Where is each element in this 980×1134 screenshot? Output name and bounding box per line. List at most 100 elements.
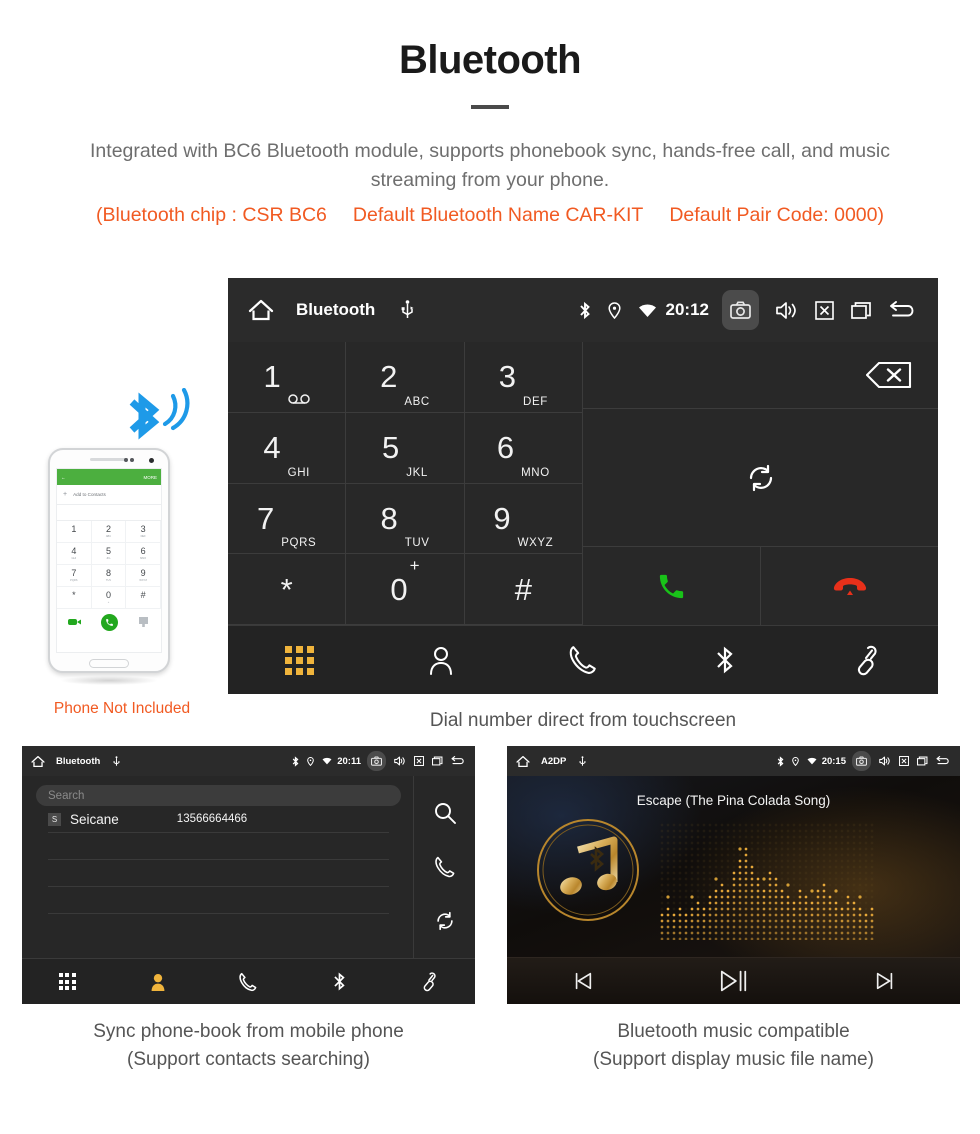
tab-link[interactable] — [384, 971, 475, 992]
sync-area[interactable] — [583, 409, 938, 547]
music-caption-line2: (Support display music file name) — [593, 1048, 874, 1070]
phonebook-screen: Bluetooth 20:11 Search S Seicane 1356666… — [22, 746, 475, 1004]
close-icon[interactable] — [899, 756, 909, 766]
key-4[interactable]: 4 GHI — [228, 412, 347, 484]
key-digit: 4 — [263, 430, 281, 466]
back-icon[interactable] — [451, 756, 466, 766]
back-icon[interactable] — [936, 756, 951, 766]
list-item-empty — [48, 887, 389, 914]
key-letters: DEF — [523, 395, 548, 408]
key-digit: 2 — [380, 359, 398, 395]
recents-icon[interactable] — [432, 756, 443, 766]
contacts-icon — [149, 972, 167, 992]
key-letters: MNO — [521, 466, 550, 479]
play-pause-button[interactable] — [658, 968, 809, 994]
spec-line: (Bluetooth chip : CSR BC6 Default Bluetoo… — [0, 204, 980, 227]
list-item[interactable]: S Seicane 13566664466 — [48, 806, 389, 833]
plus-icon: + — [63, 491, 68, 498]
tab-dialpad[interactable] — [228, 645, 370, 675]
key-9[interactable]: 9 WXYZ — [464, 483, 583, 555]
key-hash[interactable]: # — [464, 554, 583, 625]
bluetooth-icon — [292, 755, 299, 767]
wifi-icon — [322, 757, 332, 765]
voicemail-icon — [288, 394, 310, 404]
music-stage: Escape (The Pina Colada Song) — [507, 776, 960, 957]
close-icon[interactable] — [414, 756, 424, 766]
dialer-right-pane — [583, 342, 938, 625]
link-icon — [420, 971, 439, 992]
tab-call-history[interactable] — [512, 645, 654, 675]
recents-icon[interactable] — [851, 301, 872, 320]
home-icon[interactable] — [516, 755, 530, 768]
back-icon[interactable] — [889, 300, 918, 320]
dialer-clock: 20:12 — [665, 300, 709, 319]
number-display[interactable] — [583, 342, 938, 409]
key-7[interactable]: 7 PQRS — [228, 483, 347, 555]
key-0[interactable]: 0 + — [346, 554, 465, 625]
key-star[interactable]: * — [228, 554, 347, 625]
key-5[interactable]: 5 JKL — [346, 412, 465, 484]
phone-key: 5 JKL — [91, 543, 127, 565]
previous-button[interactable] — [507, 970, 658, 992]
camera-icon[interactable] — [852, 751, 871, 771]
key-6[interactable]: 6 MNO — [464, 412, 583, 484]
volume-icon[interactable] — [394, 756, 406, 766]
phone-app-bar: ← MORE — [57, 469, 161, 485]
key-1[interactable]: 1 — [228, 342, 347, 413]
tab-contacts[interactable] — [113, 972, 204, 992]
call-button[interactable] — [583, 547, 761, 625]
dialer-statusbar: Bluetooth 20:12 — [228, 278, 938, 342]
location-icon — [307, 756, 315, 766]
usb-icon — [401, 300, 414, 320]
recents-icon[interactable] — [917, 756, 928, 766]
search-icon[interactable] — [434, 802, 456, 824]
tab-bluetooth[interactable] — [294, 971, 385, 992]
dialpad-icon — [58, 973, 76, 990]
phone-add-contact-label: Add to Contacts — [73, 492, 106, 497]
camera-icon[interactable] — [722, 290, 759, 330]
volume-icon[interactable] — [776, 301, 798, 320]
close-icon[interactable] — [815, 300, 834, 320]
tab-contacts[interactable] — [370, 645, 512, 675]
phone-sensor-2 — [130, 458, 134, 462]
sync-icon[interactable] — [745, 462, 777, 494]
phone-keypad: 1 2 ABC 3 DEF 4 GHI 5 JKL 6 MNO 7 PQRS 8 TUV 9 WXYZ * 0 +… — [57, 521, 161, 609]
backspace-icon[interactable] — [866, 362, 912, 388]
contact-number: 13566664466 — [176, 813, 248, 825]
volume-icon[interactable] — [879, 756, 891, 766]
call-icon[interactable] — [434, 856, 456, 878]
sync-icon[interactable] — [434, 910, 456, 932]
tab-dialpad[interactable] — [22, 973, 113, 990]
next-button[interactable] — [809, 970, 960, 992]
page-title: Bluetooth — [398, 38, 582, 82]
key-letters: JKL — [406, 466, 428, 479]
key-8[interactable]: 8 TUV — [346, 483, 465, 555]
music-statusbar: A2DP 20:15 — [507, 746, 960, 776]
key-letters: PQRS — [281, 537, 317, 550]
hangup-button[interactable] — [761, 547, 938, 625]
phone-not-included-label: Phone Not Included — [53, 700, 191, 717]
phone-more-options-icon — [126, 617, 161, 627]
key-2[interactable]: 2 ABC — [346, 342, 465, 413]
phone-mockup: ← MORE + Add to Contacts 1 2 ABC 3 DEF 4 GHI 5… — [48, 448, 170, 685]
usb-icon — [579, 755, 586, 767]
wifi-icon — [807, 757, 817, 765]
phone-sensor-1 — [124, 458, 128, 462]
search-input[interactable]: Search — [36, 785, 401, 806]
camera-icon[interactable] — [367, 751, 386, 771]
phone-key: 9 WXYZ — [126, 565, 161, 587]
key-3[interactable]: 3 DEF — [464, 342, 583, 413]
dialer-tabbar — [228, 625, 938, 694]
music-clock: 20:15 — [821, 755, 846, 767]
tab-link[interactable] — [796, 644, 938, 676]
phone-key: 3 DEF — [126, 521, 161, 543]
home-icon[interactable] — [31, 755, 45, 768]
home-icon[interactable] — [248, 298, 274, 322]
key-digit: 3 — [498, 359, 517, 395]
bluetooth-icon — [777, 755, 784, 767]
phone-back-arrow: ← — [61, 474, 66, 480]
dialer-body: 1 2 ABC 3 DEF 4 GHI 5 JKL 6 MNO 7 PQRS 8 TUV 9 WXYZ * 0 + # — [228, 342, 938, 625]
phone-key: # — [126, 587, 161, 609]
tab-bluetooth[interactable] — [654, 644, 796, 676]
tab-call-history[interactable] — [203, 972, 294, 992]
